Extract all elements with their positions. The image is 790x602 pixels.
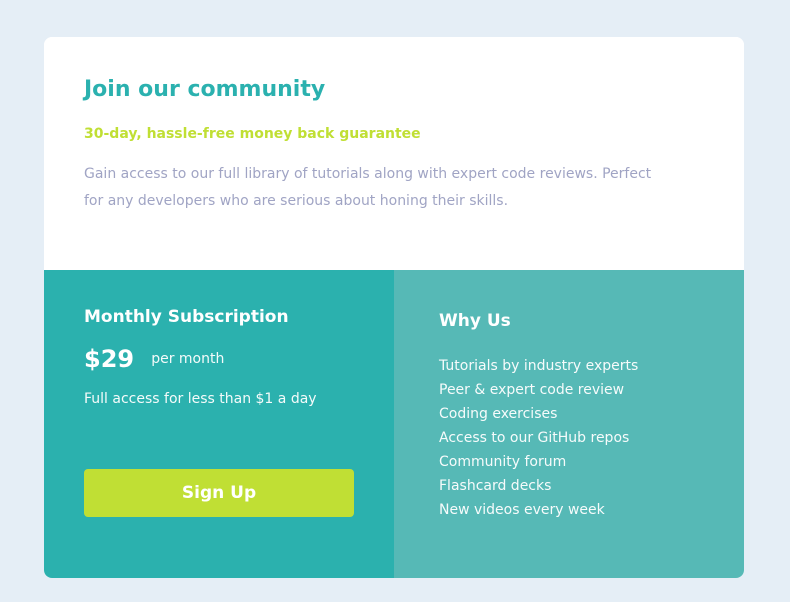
sign-up-button[interactable]: Sign Up [84, 469, 354, 517]
why-us-list: Tutorials by industry experts Peer & exp… [439, 354, 638, 522]
subscription-title: Monthly Subscription [84, 307, 289, 327]
list-item: Peer & expert code review [439, 382, 625, 398]
plans-section: Monthly Subscription $29 per month Full … [44, 270, 744, 578]
why-us-panel: Why Us Tutorials by industry experts Pee… [394, 270, 744, 578]
intro-section: Join our community 30-day, hassle-free m… [44, 37, 744, 270]
pricing-card: Join our community 30-day, hassle-free m… [44, 37, 744, 578]
list-item: New videos every week [439, 502, 605, 518]
intro-description: Gain access to our full library of tutor… [84, 166, 652, 209]
subscription-note: Full access for less than $1 a day [84, 391, 317, 407]
price-row: $29 per month [84, 345, 224, 375]
guarantee-subtitle: 30-day, hassle-free money back guarantee [84, 126, 421, 142]
price-period: per month [151, 351, 225, 367]
page-title: Join our community [84, 77, 326, 102]
why-us-title: Why Us [439, 311, 511, 331]
list-item: Community forum [439, 454, 567, 470]
list-item: Tutorials by industry experts [439, 358, 639, 374]
list-item: Flashcard decks [439, 478, 552, 494]
list-item: Coding exercises [439, 406, 558, 422]
subscription-panel: Monthly Subscription $29 per month Full … [44, 270, 394, 578]
list-item: Access to our GitHub repos [439, 430, 630, 446]
price-amount: $29 [84, 345, 135, 373]
